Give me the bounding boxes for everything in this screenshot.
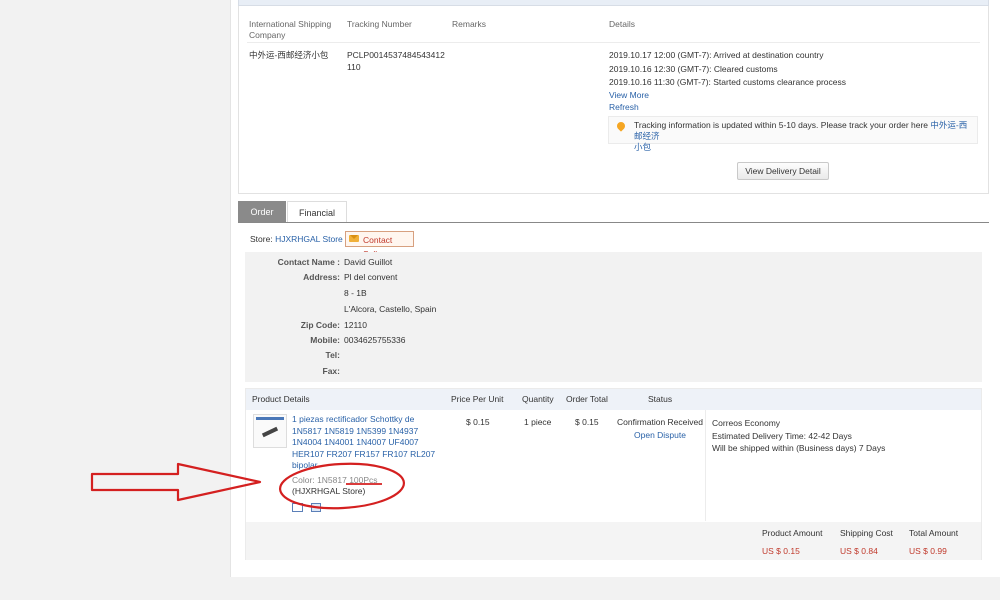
annotation-ellipse [278, 462, 406, 510]
annotation-arrow-icon [90, 462, 262, 502]
annotation-overlay [90, 462, 406, 510]
